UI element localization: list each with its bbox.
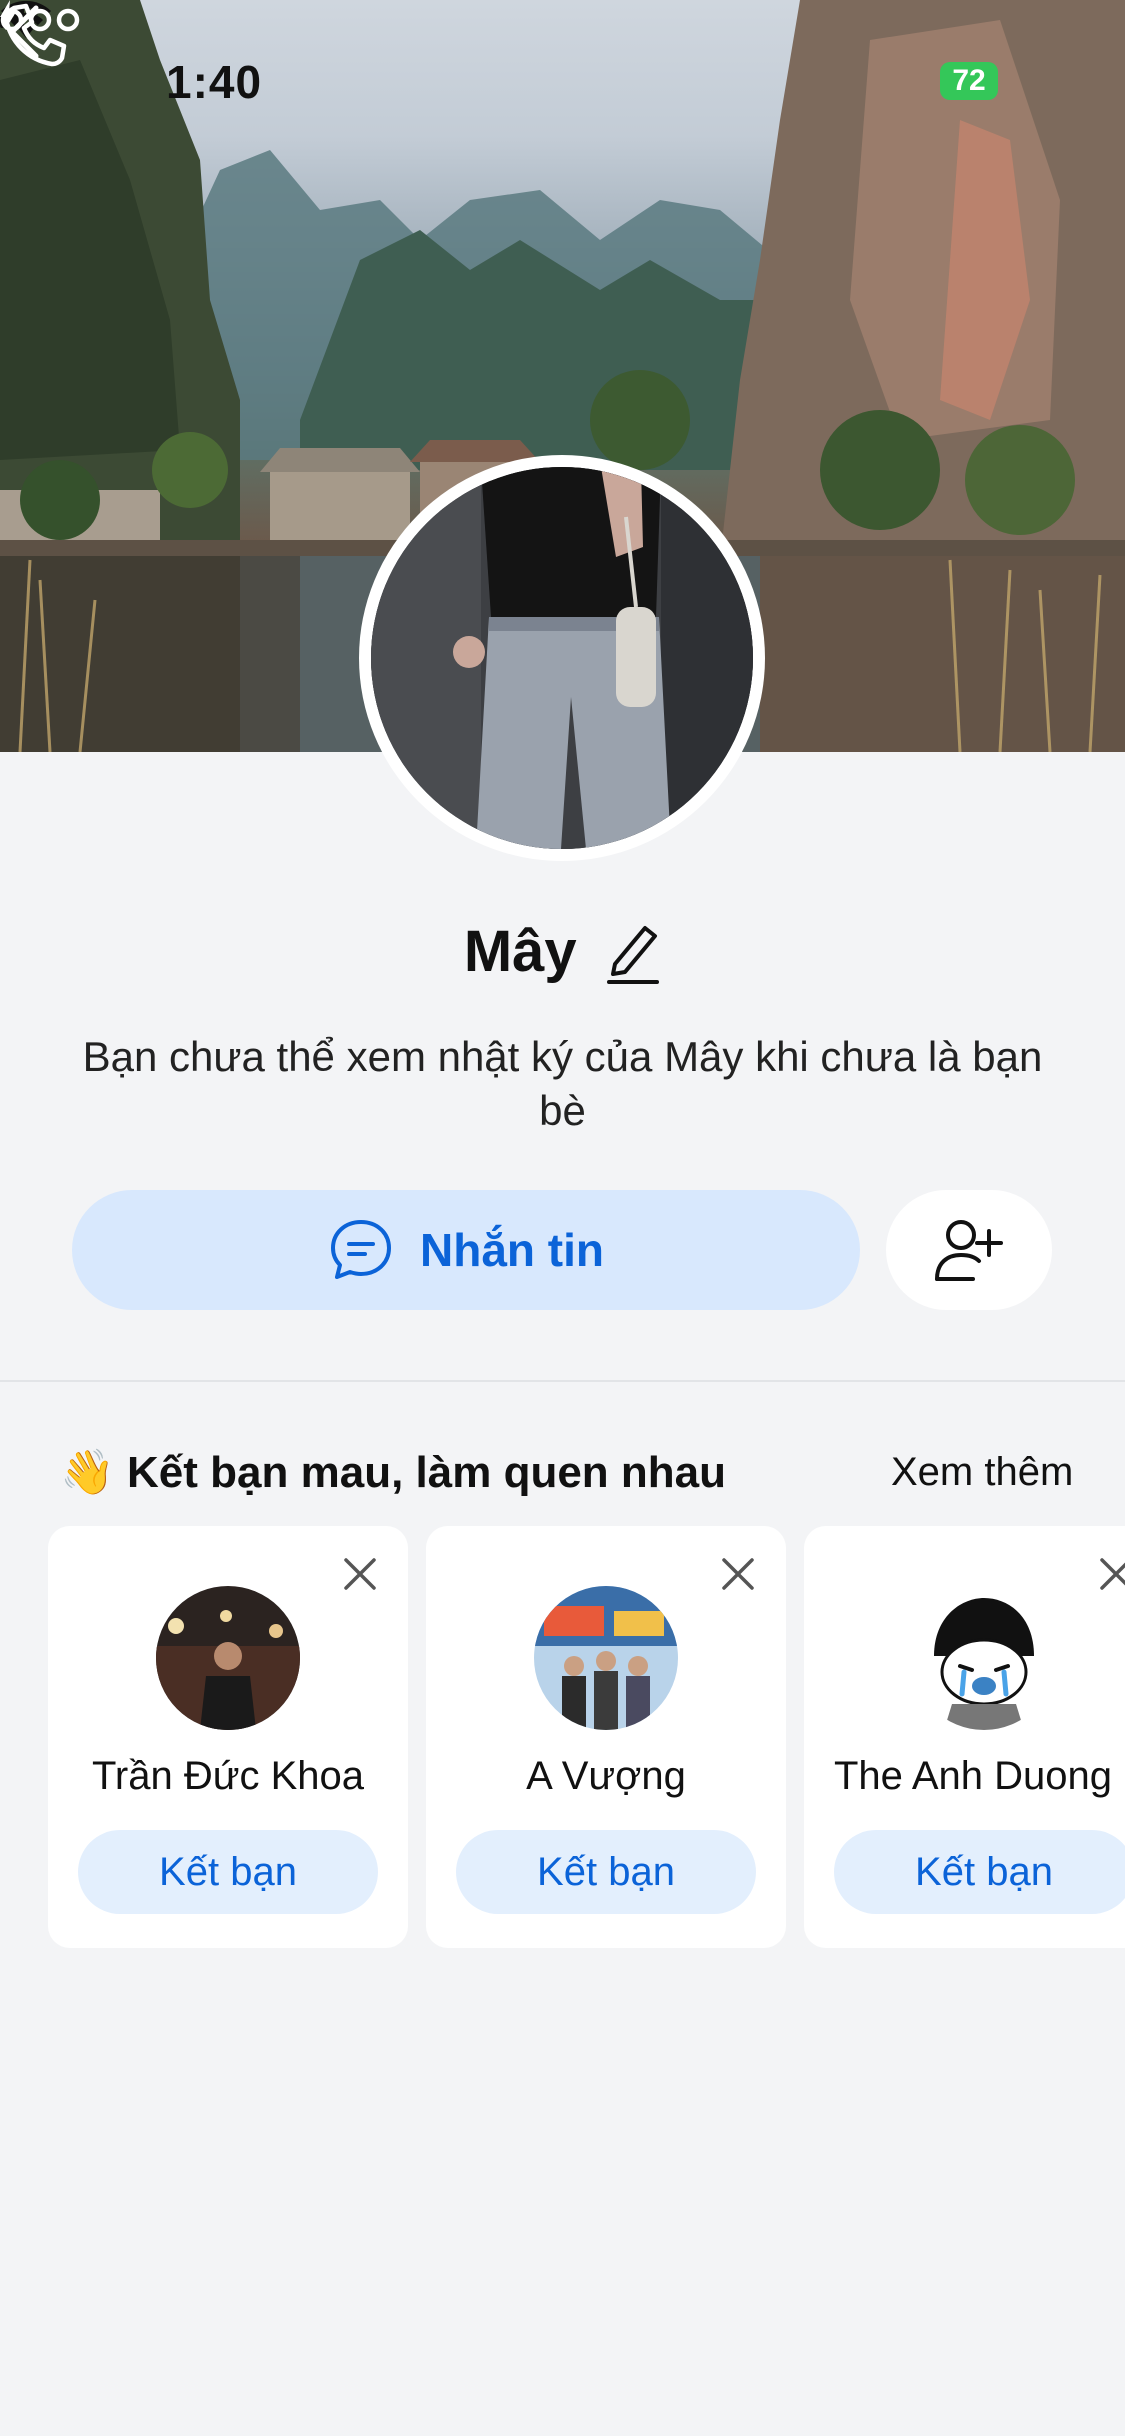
suggestion-avatar [156,1586,300,1730]
person-plus-icon [935,1220,1003,1281]
suggestion-card[interactable]: A Vượng Kết bạn [426,1526,786,1948]
close-icon[interactable] [718,1554,758,1594]
close-icon[interactable] [1096,1554,1125,1594]
add-friend-card-button[interactable]: Kết bạn [834,1830,1125,1914]
more-dots-icon[interactable] [0,0,80,40]
avatar-person-figure [371,467,753,849]
suggestion-name: The Anh Duong [834,1754,1112,1798]
suggestion-avatar [912,1586,1056,1730]
profile-name-row: Mây [0,918,1125,985]
suggestions-title: 👋 Kết bạn mau, làm quen nhau [60,1446,726,1498]
battery-indicator: 72 [940,62,998,100]
suggestion-avatar [534,1586,678,1730]
see-more-link[interactable]: Xem thêm [891,1450,1073,1495]
add-friend-button[interactable] [886,1190,1052,1310]
add-friend-card-button[interactable]: Kết bạn [78,1830,378,1914]
avatar-photo [371,467,753,849]
suggestion-name: A Vượng [526,1754,686,1798]
chat-bubble-icon [331,1220,391,1279]
pencil-icon[interactable] [603,920,661,984]
profile-avatar[interactable] [359,455,765,861]
add-friend-card-button[interactable]: Kết bạn [456,1830,756,1914]
message-button[interactable]: Nhắn tin [72,1190,860,1310]
section-divider [0,1380,1125,1382]
suggestions-title-text: Kết bạn mau, làm quen nhau [127,1448,726,1497]
close-icon[interactable] [340,1554,380,1594]
diary-restricted-notice: Bạn chưa thể xem nhật ký của Mây khi chư… [82,1033,1043,1134]
suggestion-card[interactable]: Trần Đức Khoa Kết bạn [48,1526,408,1948]
suggestion-name: Trần Đức Khoa [91,1754,365,1798]
message-button-label: Nhắn tin [420,1224,604,1276]
profile-name: Mây [463,919,577,984]
status-time: 1:40 [166,56,263,108]
suggestion-card[interactable]: The Anh Duong Kết bạn [804,1526,1125,1948]
waving-hand-icon: 👋 [60,1448,115,1497]
